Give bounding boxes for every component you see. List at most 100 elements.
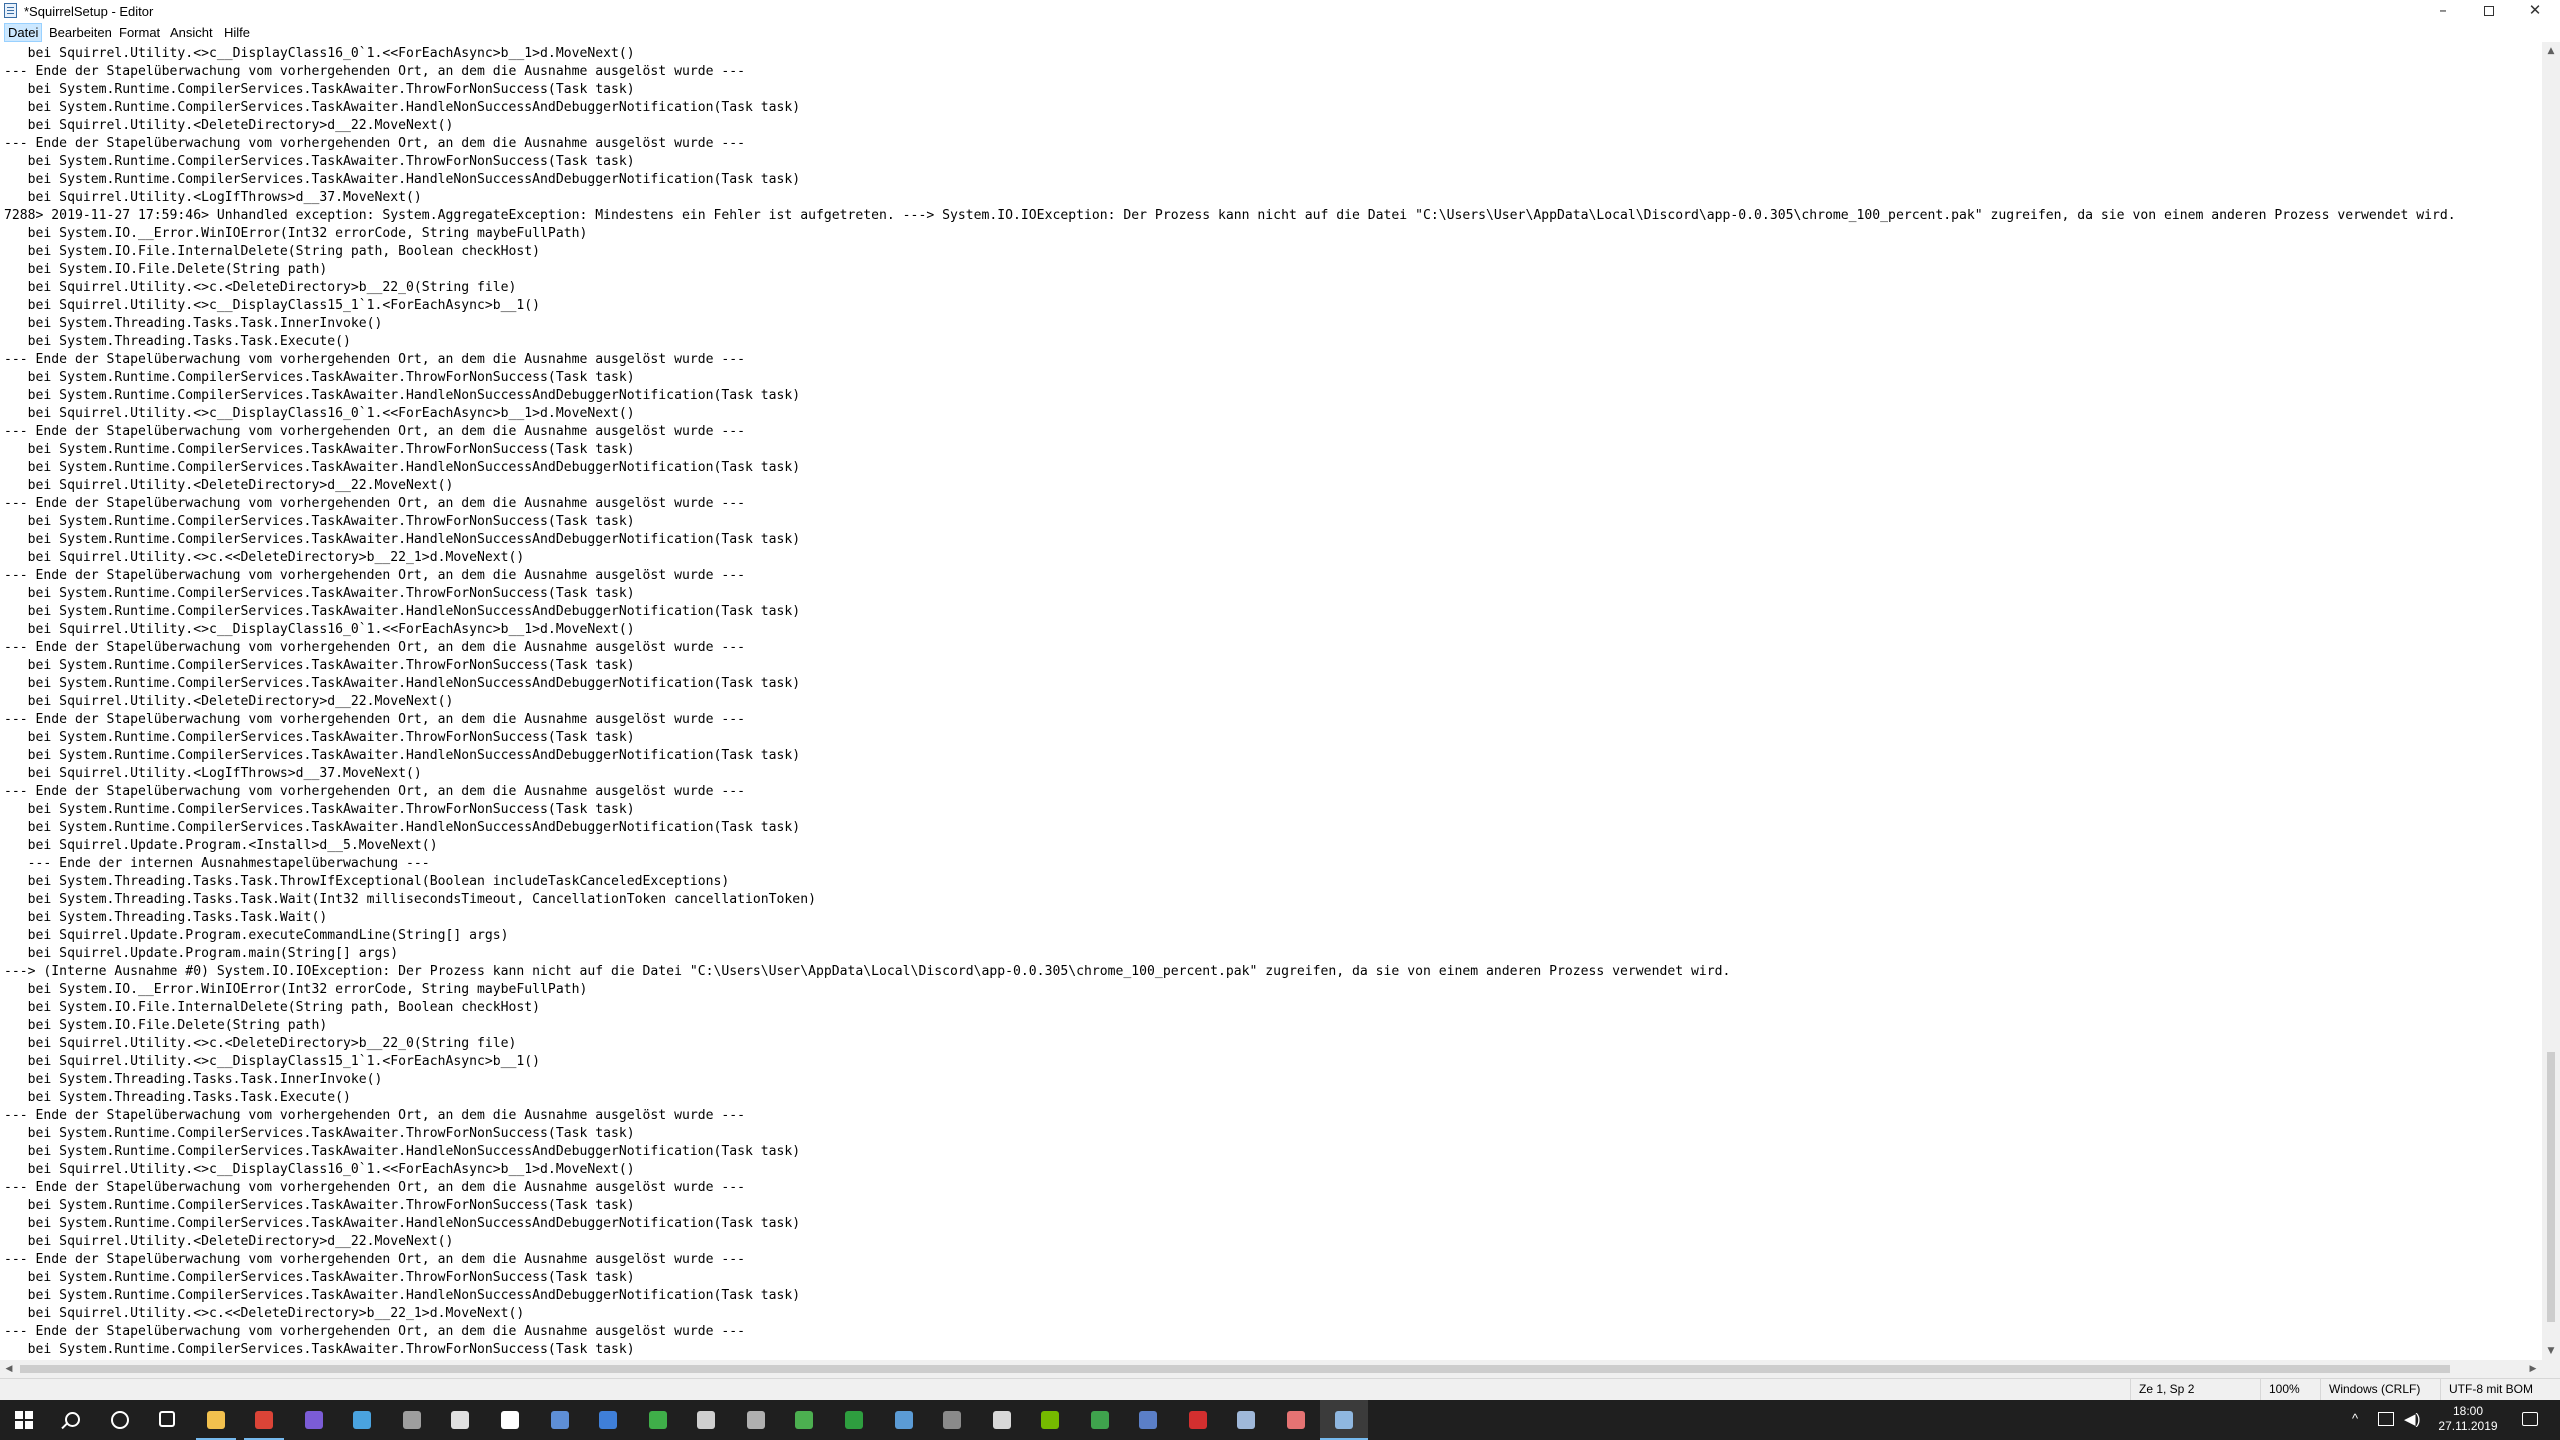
text-line: bei System.Runtime.CompilerServices.Task…: [27, 442, 635, 457]
menu-bar: Datei Bearbeiten Format Ansicht Hilfe: [0, 22, 2560, 42]
taskbar-button-app-grid[interactable]: [584, 1400, 632, 1440]
text-line: bei System.Runtime.CompilerServices.Task…: [27, 1342, 635, 1357]
taskbar-button-app-green[interactable]: [634, 1400, 682, 1440]
menu-format[interactable]: Format: [116, 24, 163, 41]
taskbar-button-app-leaf[interactable]: [1076, 1400, 1124, 1440]
taskbar-button-cortana[interactable]: [96, 1400, 144, 1440]
text-line: bei Squirrel.Utility.<>c.<DeleteDirector…: [27, 280, 517, 295]
taskbar-button-app-storage[interactable]: [732, 1400, 780, 1440]
taskbar-button-snipping[interactable]: [486, 1400, 534, 1440]
text-line: bei Squirrel.Utility.<LogIfThrows>d__37.…: [27, 766, 422, 781]
menu-hilfe[interactable]: Hilfe: [221, 24, 253, 41]
text-line: bei System.Threading.Tasks.Task.InnerInv…: [27, 316, 383, 331]
text-line: bei System.Threading.Tasks.Task.Wait(Int…: [27, 892, 816, 907]
xbox-icon: [845, 1411, 863, 1429]
text-line: --- Ende der Stapelüberwachung vom vorhe…: [4, 712, 746, 727]
taskbar-button-app-sphere[interactable]: [1124, 1400, 1172, 1440]
text-line: --- Ende der Stapelüberwachung vom vorhe…: [4, 568, 746, 583]
text-line: --- Ende der Stapelüberwachung vom vorhe…: [4, 352, 746, 367]
taskbar-button-search[interactable]: [48, 1400, 96, 1440]
text-line: bei System.Runtime.CompilerServices.Task…: [27, 514, 635, 529]
taskbar-button-nvidia[interactable]: [1026, 1400, 1074, 1440]
taskbar-button-file-explorer[interactable]: [192, 1400, 240, 1440]
line-ending: Windows (CRLF): [2320, 1379, 2440, 1400]
taskbar-button-app-purple[interactable]: [290, 1400, 338, 1440]
text-line: bei Squirrel.Utility.<LogIfThrows>d__37.…: [27, 190, 422, 205]
taskbar-button-xbox[interactable]: [830, 1400, 878, 1440]
text-line: bei System.IO.__Error.WinIOError(Int32 e…: [27, 226, 588, 241]
chevron-up-icon[interactable]: ^: [2352, 1411, 2358, 1426]
restore-icon: [2484, 5, 2494, 16]
text-line: --- Ende der Stapelüberwachung vom vorhe…: [4, 1324, 746, 1339]
vertical-scrollbar[interactable]: ▲ ▼: [2542, 42, 2560, 1360]
text-line: bei Squirrel.Update.Program.<Install>d__…: [27, 838, 438, 853]
taskbar-button-app-notes[interactable]: [780, 1400, 828, 1440]
editor-text[interactable]: bei Squirrel.Utility.<>c__DisplayClass16…: [0, 42, 2542, 1359]
close-button[interactable]: ✕: [2512, 0, 2558, 22]
taskbar-button-app-window[interactable]: [1222, 1400, 1270, 1440]
start-icon: [15, 1411, 33, 1429]
text-line: --- Ende der Stapelüberwachung vom vorhe…: [4, 496, 746, 511]
app-gauge-icon: [943, 1411, 961, 1429]
text-line: bei System.Threading.Tasks.Task.Wait(): [27, 910, 328, 925]
scroll-down-icon[interactable]: ▼: [2542, 1342, 2560, 1360]
taskbar-button-app-gauge[interactable]: [928, 1400, 976, 1440]
taskbar-button-app-cloud[interactable]: [1272, 1400, 1320, 1440]
scroll-up-icon[interactable]: ▲: [2542, 42, 2560, 60]
text-line: bei System.Runtime.CompilerServices.Task…: [27, 172, 801, 187]
text-line: bei System.Runtime.CompilerServices.Task…: [27, 370, 635, 385]
chrome-icon: [255, 1411, 273, 1429]
text-line: --- Ende der Stapelüberwachung vom vorhe…: [4, 1180, 746, 1195]
text-line: bei Squirrel.Utility.<DeleteDirectory>d_…: [27, 694, 454, 709]
text-line: bei System.Runtime.CompilerServices.Task…: [27, 1198, 635, 1213]
app-box-icon: [993, 1411, 1011, 1429]
taskbar-button-app-terminal[interactable]: [388, 1400, 436, 1440]
text-line: bei System.Runtime.CompilerServices.Task…: [27, 586, 635, 601]
taskbar-button-app-red[interactable]: [1174, 1400, 1222, 1440]
text-line: bei System.Runtime.CompilerServices.Task…: [27, 604, 801, 619]
menu-ansicht[interactable]: Ansicht: [167, 24, 216, 41]
menu-bearbeiten[interactable]: Bearbeiten: [46, 24, 115, 41]
menu-datei[interactable]: Datei: [4, 23, 43, 42]
maximize-button[interactable]: [2466, 0, 2512, 22]
taskbar-button-calculator[interactable]: [436, 1400, 484, 1440]
taskbar-button-app-arrow[interactable]: [682, 1400, 730, 1440]
taskbar-button-chrome[interactable]: [240, 1400, 288, 1440]
text-line: bei Squirrel.Utility.<>c.<<DeleteDirecto…: [27, 1306, 525, 1321]
taskbar-button-start[interactable]: [0, 1400, 48, 1440]
vertical-scroll-thumb[interactable]: [2547, 1052, 2555, 1322]
app-leaf-icon: [1091, 1411, 1109, 1429]
text-editor-area[interactable]: bei Squirrel.Utility.<>c__DisplayClass16…: [0, 42, 2542, 1360]
notification-icon[interactable]: [2522, 1412, 2538, 1426]
taskbar-button-app-box[interactable]: [978, 1400, 1026, 1440]
text-line: bei System.IO.__Error.WinIOError(Int32 e…: [27, 982, 588, 997]
zoom-level: 100%: [2260, 1379, 2320, 1400]
scroll-left-icon[interactable]: ◀: [0, 1360, 18, 1378]
clock[interactable]: 18:00 27.11.2019: [2438, 1404, 2498, 1434]
scroll-right-icon[interactable]: ▶: [2524, 1360, 2542, 1378]
taskbar-button-task-view[interactable]: [144, 1400, 192, 1440]
search-icon: [65, 1412, 80, 1427]
network-icon[interactable]: [2378, 1412, 2394, 1426]
text-line: bei Squirrel.Utility.<>c__DisplayClass16…: [27, 46, 635, 61]
taskbar-button-app-circle[interactable]: [536, 1400, 584, 1440]
horizontal-scroll-thumb[interactable]: [20, 1365, 2450, 1373]
text-line: bei Squirrel.Update.Program.main(String[…: [27, 946, 399, 961]
taskbar-button-notepad[interactable]: [1320, 1400, 1368, 1440]
volume-icon[interactable]: ◀): [2404, 1410, 2421, 1428]
status-bar: Ze 1, Sp 2 100% Windows (CRLF) UTF-8 mit…: [0, 1378, 2560, 1400]
system-tray: ^ ◀) 18:00 27.11.2019: [2330, 1400, 2560, 1440]
taskbar: ^ ◀) 18:00 27.11.2019: [0, 1400, 2560, 1440]
horizontal-scrollbar[interactable]: ◀ ▶: [0, 1360, 2542, 1378]
file-explorer-icon: [207, 1411, 225, 1429]
minimize-button[interactable]: –: [2420, 0, 2466, 22]
text-line: --- Ende der internen Ausnahmestapelüber…: [27, 856, 430, 871]
text-line: bei System.IO.File.Delete(String path): [27, 262, 328, 277]
text-line: bei Squirrel.Utility.<>c.<DeleteDirector…: [27, 1036, 517, 1051]
text-line: bei System.Runtime.CompilerServices.Task…: [27, 100, 801, 115]
app-arrow-icon: [697, 1411, 715, 1429]
text-line: bei System.Runtime.CompilerServices.Task…: [27, 1288, 801, 1303]
text-line: bei System.Threading.Tasks.Task.Execute(…: [27, 334, 351, 349]
taskbar-button-steam[interactable]: [880, 1400, 928, 1440]
taskbar-button-app-multicolor[interactable]: [338, 1400, 386, 1440]
